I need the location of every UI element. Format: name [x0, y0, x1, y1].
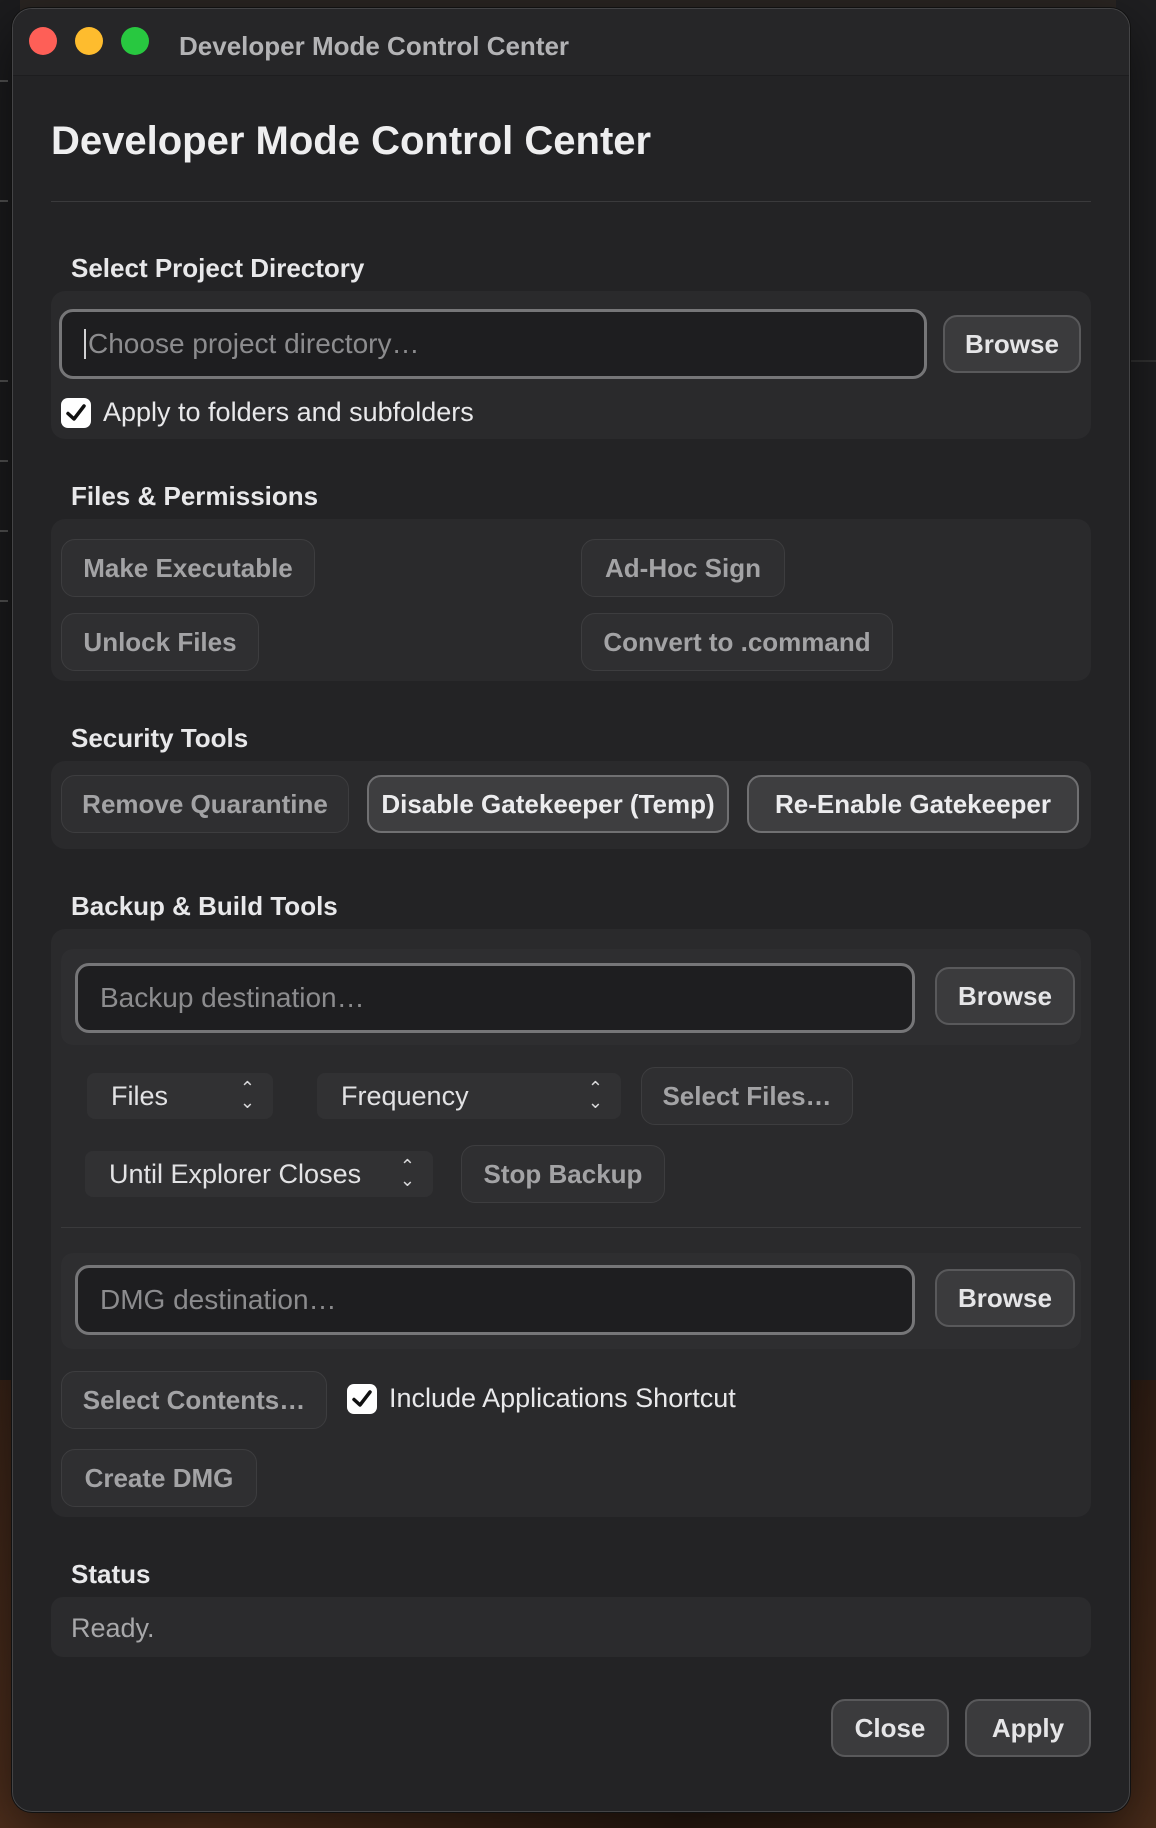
adhoc-sign-button[interactable]: Ad-Hoc Sign [581, 539, 785, 597]
remove-quarantine-button[interactable]: Remove Quarantine [61, 775, 349, 833]
section-title-status: Status [71, 1559, 151, 1589]
zoom-window-button[interactable] [121, 27, 149, 55]
backup-destination-row: Backup destination… Browse [61, 949, 1081, 1045]
chevron-updown-icon: ⌃ ⌄ [587, 1078, 603, 1112]
unlock-files-button[interactable]: Unlock Files [61, 613, 259, 671]
apply-button[interactable]: Apply [965, 1699, 1091, 1757]
checkmark-icon [352, 1389, 372, 1407]
stop-backup-button[interactable]: Stop Backup [461, 1145, 665, 1203]
files-permissions-panel: Make Executable Ad-Hoc Sign Unlock Files… [51, 519, 1091, 681]
include-apps-label: Include Applications Shortcut [389, 1383, 736, 1413]
dmg-destination-input[interactable]: DMG destination… [75, 1265, 915, 1335]
convert-command-button[interactable]: Convert to .command [581, 613, 893, 671]
backup-duration-select[interactable]: Until Explorer Closes ⌃ ⌄ [85, 1151, 433, 1197]
backup-dmg-divider [61, 1227, 1081, 1228]
reenable-gatekeeper-button[interactable]: Re-Enable Gatekeeper [747, 775, 1079, 833]
select-files-button[interactable]: Select Files… [641, 1067, 853, 1125]
apply-subfolders-checkbox[interactable] [61, 397, 91, 428]
frequency-select[interactable]: Frequency ⌃ ⌄ [317, 1073, 621, 1119]
apply-subfolders-checkbox-row[interactable]: Apply to folders and subfolders [61, 397, 474, 428]
create-dmg-button[interactable]: Create DMG [61, 1449, 257, 1507]
include-apps-checkbox[interactable] [347, 1383, 377, 1414]
chevron-updown-icon: ⌃ ⌄ [399, 1156, 415, 1190]
minimize-window-button[interactable] [75, 27, 103, 55]
window-title: Developer Mode Control Center [179, 31, 570, 61]
backup-duration-value: Until Explorer Closes [109, 1158, 362, 1189]
disable-gatekeeper-button[interactable]: Disable Gatekeeper (Temp) [367, 775, 729, 833]
backup-destination-input[interactable]: Backup destination… [75, 963, 915, 1033]
page-title: Developer Mode Control Center [51, 119, 652, 163]
backup-type-value: Files [111, 1080, 169, 1111]
backup-browse-button[interactable]: Browse [935, 967, 1075, 1025]
dmg-browse-button[interactable]: Browse [935, 1269, 1075, 1327]
section-title-files: Files & Permissions [71, 481, 319, 511]
select-contents-button[interactable]: Select Contents… [61, 1371, 327, 1429]
project-directory-placeholder: Choose project directory… [88, 328, 420, 359]
app-window: Developer Mode Control Center Developer … [12, 8, 1130, 1812]
title-bar: Developer Mode Control Center [13, 9, 1129, 76]
status-box: Ready. [51, 1597, 1091, 1657]
project-panel: Choose project directory… Browse Apply t… [51, 291, 1091, 439]
project-directory-input[interactable]: Choose project directory… [59, 309, 927, 379]
include-apps-checkbox-row[interactable]: Include Applications Shortcut [347, 1383, 736, 1414]
security-panel: Remove Quarantine Disable Gatekeeper (Te… [51, 761, 1091, 849]
checkmark-icon [66, 403, 86, 421]
section-title-project: Select Project Directory [71, 253, 365, 283]
frequency-value: Frequency [341, 1080, 469, 1111]
close-window-button[interactable] [29, 27, 57, 55]
section-title-backup: Backup & Build Tools [71, 891, 338, 921]
dmg-destination-row: DMG destination… Browse [61, 1253, 1081, 1349]
close-button[interactable]: Close [831, 1699, 949, 1757]
chevron-updown-icon: ⌃ ⌄ [239, 1078, 255, 1112]
status-text: Ready. [71, 1613, 155, 1643]
section-title-security: Security Tools [71, 723, 249, 753]
text-caret [84, 329, 86, 359]
apply-subfolders-label: Apply to folders and subfolders [103, 397, 474, 427]
backup-build-panel: Backup destination… Browse Files ⌃ ⌄ Freq… [51, 929, 1091, 1517]
backup-type-select[interactable]: Files ⌃ ⌄ [87, 1073, 273, 1119]
make-executable-button[interactable]: Make Executable [61, 539, 315, 597]
project-browse-button[interactable]: Browse [943, 315, 1081, 373]
header-divider [51, 201, 1091, 202]
